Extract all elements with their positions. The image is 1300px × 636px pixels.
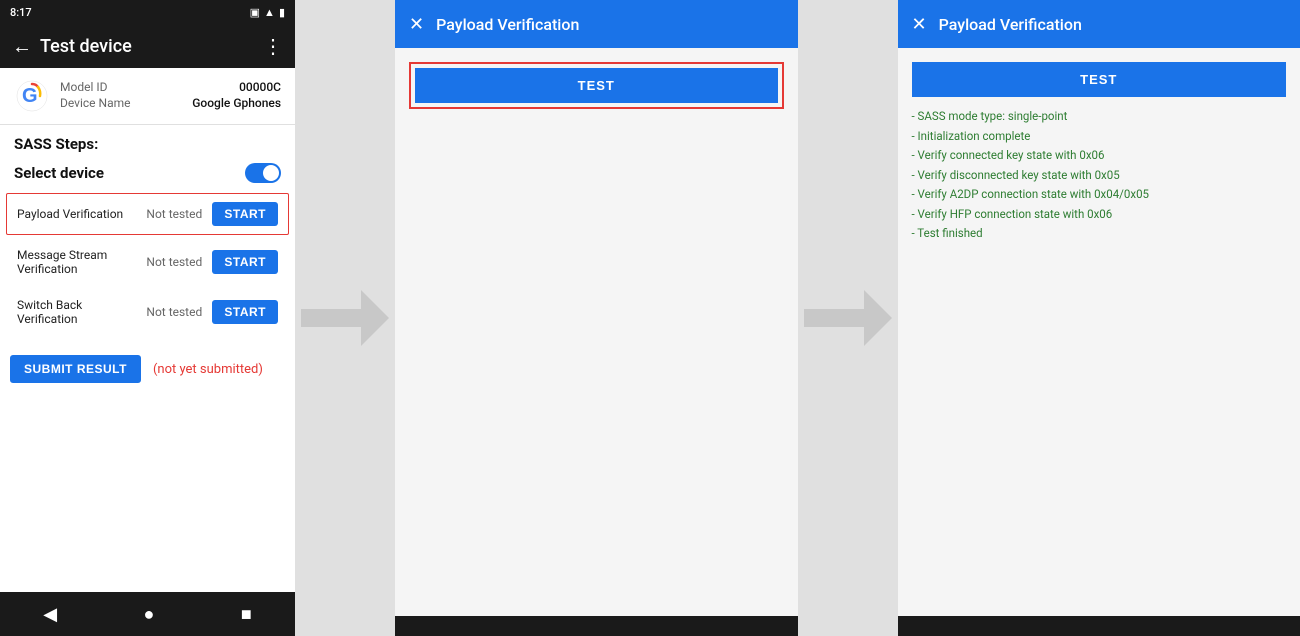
arrow-head-1 (361, 290, 389, 346)
device-name-row: Device Name Google Gphones (60, 96, 281, 110)
sass-steps-heading: SASS Steps: (0, 125, 295, 159)
results-screen: ✕ Payload Verification TEST - SASS mode … (898, 0, 1300, 636)
back-button[interactable]: ← (12, 34, 32, 59)
status-bar: 8:17 ▣ ▲ ▮ (0, 0, 295, 24)
result-line: - Test finished (912, 224, 1287, 244)
result-line: - Initialization complete (912, 127, 1287, 147)
device-name-value: Google Gphones (192, 96, 281, 110)
select-device-row: Select device (0, 159, 295, 191)
payload-verification-row: Payload Verification Not tested START (6, 193, 289, 235)
result-line: - Verify A2DP connection state with 0x04… (912, 185, 1287, 205)
dialog-1-close-button[interactable]: ✕ (409, 14, 424, 35)
arrow-2 (798, 0, 898, 636)
message-stream-status: Not tested (146, 255, 206, 269)
dialog-1-title: Payload Verification (436, 15, 783, 34)
results-body: TEST - SASS mode type: single-point- Ini… (898, 48, 1300, 616)
test-btn-highlighted-container: TEST (409, 62, 784, 109)
payload-verification-label: Payload Verification (17, 207, 140, 221)
dialog-2-header: ✕ Payload Verification (898, 0, 1300, 48)
more-options-button[interactable]: ⋮ (263, 34, 283, 58)
device-info: G Model ID 00000C Device Name Google Gph… (0, 68, 295, 125)
dialog-1-header: ✕ Payload Verification (395, 0, 798, 48)
top-bar: ← Test device ⋮ (0, 24, 295, 68)
switch-back-label: Switch Back Verification (17, 298, 140, 326)
submit-result-button[interactable]: SUBMIT RESULT (10, 355, 141, 383)
switch-back-row: Switch Back Verification Not tested STAR… (6, 289, 289, 335)
arrow-body-1 (301, 309, 361, 327)
nav-home-button[interactable]: ● (144, 604, 155, 625)
toggle-knob (263, 165, 279, 181)
result-line: - Verify disconnected key state with 0x0… (912, 166, 1287, 186)
dialog-2-title: Payload Verification (939, 15, 1286, 34)
arrow-1 (295, 0, 395, 636)
message-stream-row: Message Stream Verification Not tested S… (6, 239, 289, 285)
arrow-body-2 (804, 309, 864, 327)
svg-text:G: G (22, 85, 38, 107)
switch-back-start-button[interactable]: START (212, 300, 278, 324)
select-device-label: Select device (14, 164, 104, 182)
result-line: - Verify connected key state with 0x06 (912, 146, 1287, 166)
dialog-2-bottom-bar (898, 616, 1300, 636)
status-icons: ▣ ▲ ▮ (250, 6, 285, 19)
select-device-toggle[interactable] (245, 163, 281, 183)
payload-verification-start-button[interactable]: START (212, 202, 278, 226)
google-logo: G (14, 78, 50, 114)
dialog-screen-1: ✕ Payload Verification TEST (395, 0, 798, 636)
dialog-1-bottom-bar (395, 616, 798, 636)
battery-icon: ▮ (279, 6, 285, 19)
dialog-2-close-button[interactable]: ✕ (912, 14, 927, 35)
device-name-label: Device Name (60, 96, 131, 110)
switch-back-status: Not tested (146, 305, 206, 319)
nav-bar: ◀ ● ■ (0, 592, 295, 636)
model-id-label: Model ID (60, 80, 107, 94)
phone-screen: 8:17 ▣ ▲ ▮ ← Test device ⋮ G Model ID (0, 0, 295, 636)
payload-verification-status: Not tested (146, 207, 206, 221)
wifi-icon: ▲ (264, 6, 275, 19)
arrow-head-2 (864, 290, 892, 346)
nav-recents-button[interactable]: ■ (241, 604, 252, 625)
sim-icon: ▣ (250, 6, 260, 19)
status-time: 8:17 (10, 6, 32, 19)
submit-row: SUBMIT RESULT (not yet submitted) (0, 341, 295, 397)
nav-back-button[interactable]: ◀ (43, 604, 57, 625)
dialog-1-body: TEST (395, 48, 798, 616)
screen-title: Test device (40, 36, 263, 57)
result-line: - Verify HFP connection state with 0x06 (912, 205, 1287, 225)
dialog-2-test-button[interactable]: TEST (912, 62, 1287, 97)
result-line: - SASS mode type: single-point (912, 107, 1287, 127)
dialog-1-test-button[interactable]: TEST (415, 68, 778, 103)
not-submitted-label: (not yet submitted) (153, 362, 263, 377)
message-stream-label: Message Stream Verification (17, 248, 140, 276)
message-stream-start-button[interactable]: START (212, 250, 278, 274)
result-lines: - SASS mode type: single-point- Initiali… (912, 107, 1287, 244)
model-id-value: 00000C (239, 80, 281, 94)
device-details: Model ID 00000C Device Name Google Gphon… (60, 80, 281, 112)
model-id-row: Model ID 00000C (60, 80, 281, 94)
